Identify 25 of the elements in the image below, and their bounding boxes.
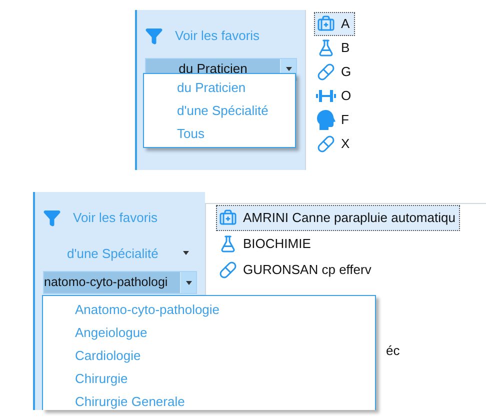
item-label: GURONSAN cp efferv [243, 261, 372, 280]
head-icon [316, 110, 336, 130]
item-label: BIOCHIMIE [243, 235, 311, 254]
item-label: AMRINI Canne parapluie automatiqu [243, 209, 456, 228]
item-label: G [341, 63, 352, 82]
specialty-combo[interactable]: natomo-cyto-pathologi [43, 271, 197, 294]
caret-icon[interactable] [183, 251, 189, 256]
caret-icon [186, 280, 192, 284]
favorite-item[interactable]: A [314, 12, 355, 36]
pill-icon [315, 133, 337, 155]
list-item-text: éc [386, 342, 400, 360]
pill-icon [315, 61, 337, 83]
dropdown-toggle[interactable] [180, 272, 196, 293]
combo-value: natomo-cyto-pathologi [44, 274, 169, 292]
item-label: X [341, 135, 350, 154]
item-label: B [341, 39, 350, 58]
pill-icon [217, 259, 239, 281]
filter-icon [145, 26, 163, 45]
combo-value: du Praticien [178, 60, 248, 78]
item-label: F [341, 111, 349, 130]
dumbbell-icon [316, 90, 336, 102]
item-label: O [341, 87, 352, 106]
favorite-item[interactable]: AMRINI Canne parapluie automatiqu [216, 205, 460, 231]
item-label: A [341, 15, 350, 34]
filter-icon [43, 208, 61, 227]
